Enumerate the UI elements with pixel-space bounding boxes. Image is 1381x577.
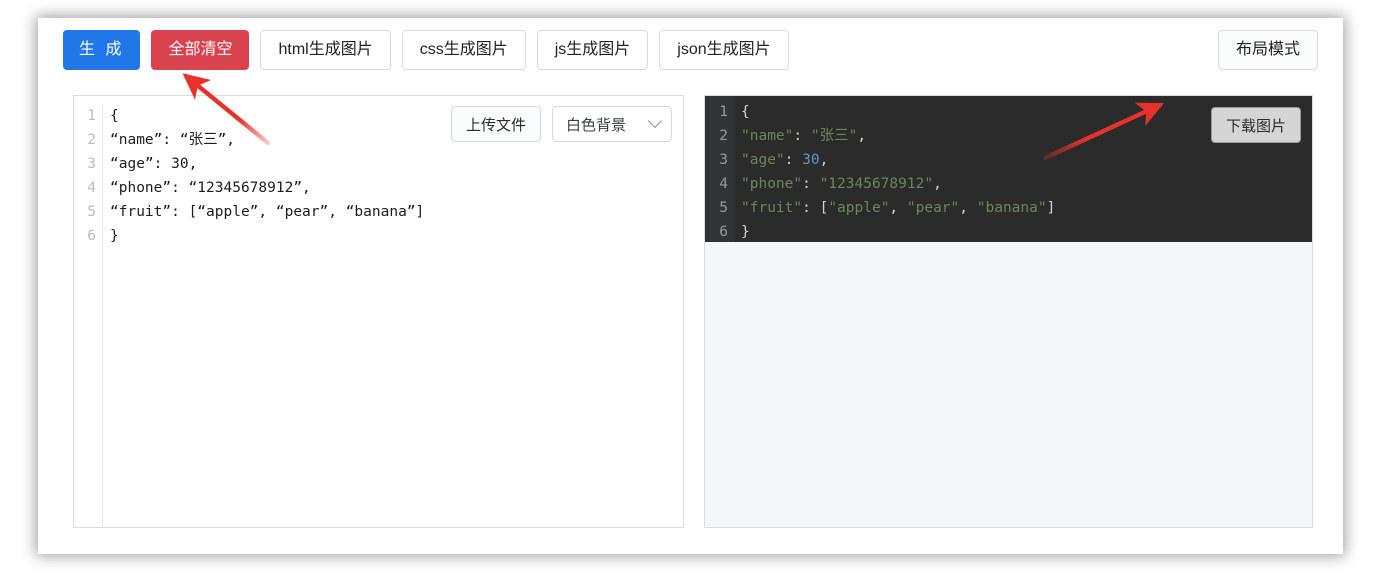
code-token-punc: { [741, 104, 750, 120]
code-token-num: 30 [802, 152, 820, 168]
app-root: 生 成 全部清空 html生成图片 css生成图片 js生成图片 json生成图… [0, 0, 1381, 577]
code-token-punc: , [857, 128, 867, 144]
chevron-down-icon [647, 113, 663, 129]
line-number: 3 [719, 152, 728, 168]
code-token-key: "age" [741, 152, 785, 168]
preview-code-line: } [741, 220, 1312, 242]
code-token-punc: ] [1046, 200, 1056, 216]
code-token-punc: , [933, 176, 942, 192]
editor-code[interactable]: { “name”: “张三”, “age”: 30, “phone”: “123… [110, 104, 683, 527]
code-token-str: "banana" [976, 200, 1047, 216]
preview-code-line: "fruit": ["apple", "pear", "banana"] [741, 196, 1312, 220]
background-select[interactable]: 白色背景 [551, 106, 672, 142]
layout-mode-button[interactable]: 布局模式 [1217, 30, 1318, 70]
toolbar: 生 成 全部清空 html生成图片 css生成图片 js生成图片 json生成图… [63, 30, 1318, 74]
json-to-image-button[interactable]: json生成图片 [659, 30, 789, 70]
line-number: 2 [719, 128, 728, 144]
code-token-punc: , [889, 200, 907, 216]
line-number: 6 [719, 224, 728, 240]
line-number: 3 [87, 156, 96, 172]
code-token-punc: } [741, 224, 750, 240]
code-token-punc: , [959, 200, 977, 216]
upload-file-button[interactable]: 上传文件 [450, 106, 541, 142]
line-number: 6 [87, 228, 96, 244]
js-to-image-button[interactable]: js生成图片 [536, 30, 649, 70]
code-token-punc: : [802, 176, 820, 192]
line-number: 4 [719, 176, 728, 192]
source-editor-panel: 上传文件 白色背景 1 2 3 4 5 6 { “name”: “张三”, “age”: … [73, 95, 684, 528]
code-token-punc: : [793, 128, 811, 144]
download-image-button[interactable]: 下载图片 [1210, 107, 1301, 143]
html-to-image-button[interactable]: html生成图片 [260, 30, 391, 70]
clear-all-button[interactable]: 全部清空 [151, 30, 250, 70]
generate-button[interactable]: 生 成 [63, 30, 141, 70]
toolbar-button-group: 生 成 全部清空 html生成图片 css生成图片 js生成图片 json生成图… [63, 30, 789, 70]
css-to-image-button[interactable]: css生成图片 [401, 30, 526, 70]
code-token-punc: : [ [802, 200, 829, 216]
code-token-str: "12345678912" [819, 176, 934, 192]
background-select-value: 白色背景 [565, 116, 626, 134]
editor-gutter: 1 2 3 4 5 6 [74, 104, 102, 527]
line-number: 2 [87, 132, 96, 148]
code-token-key: "name" [741, 128, 794, 144]
code-token-str: "apple" [828, 200, 890, 216]
line-number: 1 [719, 104, 728, 120]
panels-container: 上传文件 白色背景 1 2 3 4 5 6 { “name”: “张三”, “age”: … [73, 95, 1313, 528]
preview-code-line: "age": 30, [741, 148, 1312, 172]
code-token-key: "phone" [741, 176, 803, 192]
line-number: 1 [87, 108, 96, 124]
line-number: 5 [719, 200, 728, 216]
editor-controls: 上传文件 白色背景 [450, 106, 672, 142]
app-window: 生 成 全部清空 html生成图片 css生成图片 js生成图片 json生成图… [38, 18, 1343, 554]
code-token-key: "fruit" [741, 200, 803, 216]
code-token-str: "pear" [906, 200, 960, 216]
preview-gutter: 1 2 3 4 5 6 [705, 96, 735, 242]
line-number: 4 [87, 180, 96, 196]
code-token-str: "张三" [810, 128, 858, 144]
code-editor[interactable]: 1 2 3 4 5 6 { “name”: “张三”, “age”: 30, “phone… [74, 104, 683, 527]
preview-code-line: "phone": "12345678912", [741, 172, 1312, 196]
code-token-punc: , [819, 152, 829, 168]
line-number: 5 [87, 204, 96, 220]
code-token-punc: : [784, 152, 803, 168]
preview-panel: 123456 {"name": "张三", "age": 30, "phone": … [704, 95, 1313, 528]
editor-gutter-divider [102, 104, 103, 527]
